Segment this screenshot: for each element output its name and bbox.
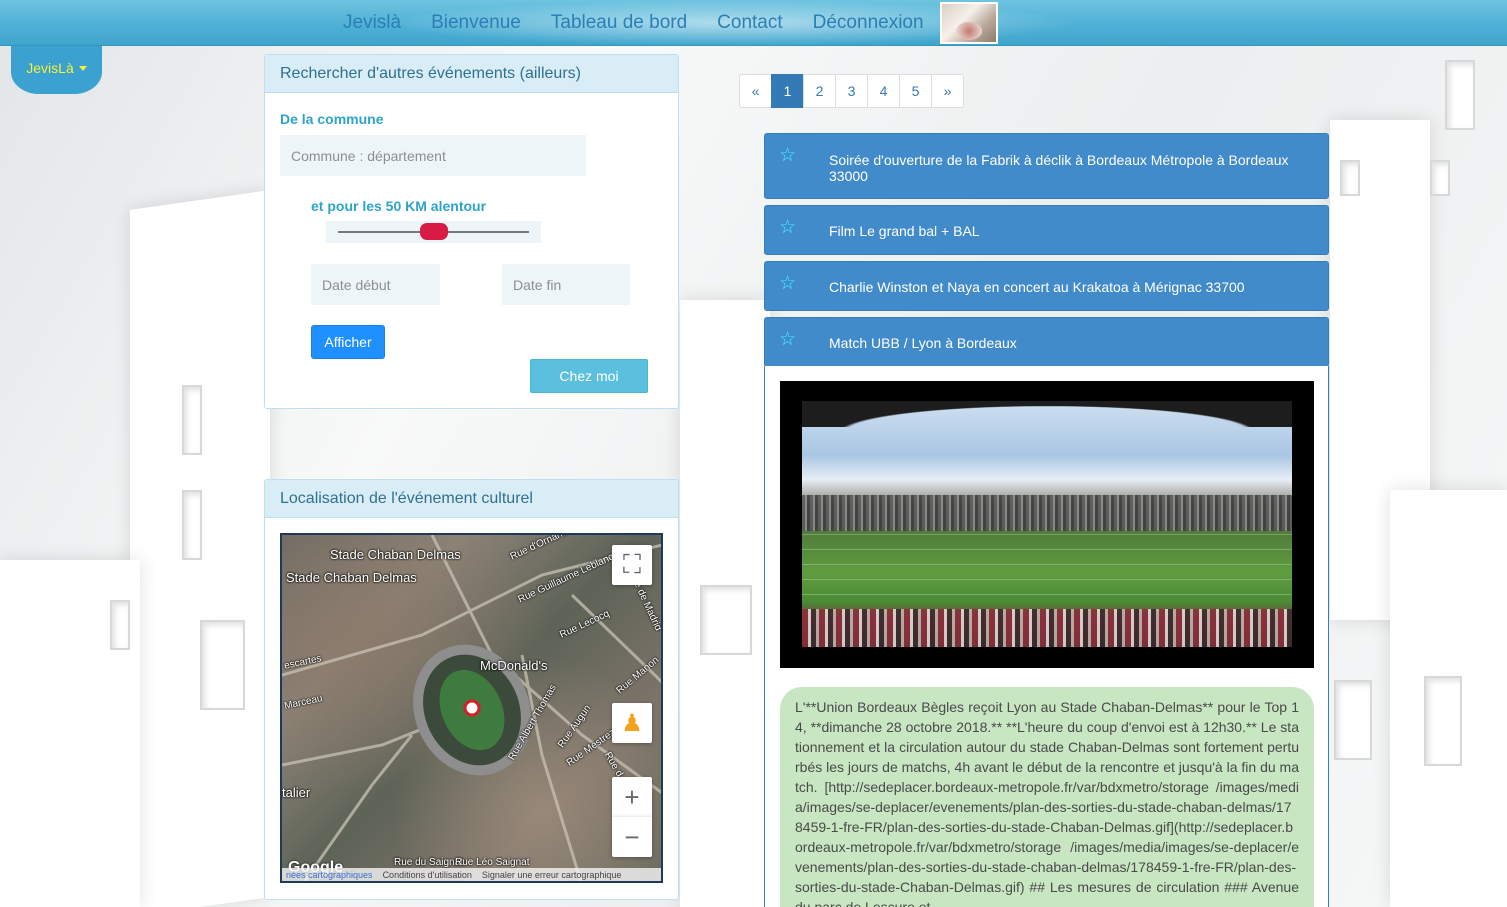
star-icon[interactable]: ☆ xyxy=(779,274,796,293)
user-menu-label: JevisLà xyxy=(26,60,74,76)
map-label-stade-1: Stade Chaban Delmas xyxy=(330,547,461,562)
street-view-pegman-icon[interactable]: ♟ xyxy=(612,703,652,743)
map-label-stade-2: Stade Chaban Delmas xyxy=(286,570,417,585)
search-panel-title: Rechercher d'autres événements (ailleurs… xyxy=(265,55,678,93)
main-nav: Jevislà Bienvenue Tableau de bord Contac… xyxy=(343,0,998,46)
nav-link-jevisla[interactable]: Jevislà xyxy=(343,12,401,34)
zoom-in-icon[interactable]: + xyxy=(612,777,652,817)
star-icon[interactable]: ☆ xyxy=(779,146,796,165)
slider-thumb[interactable] xyxy=(420,223,448,240)
fullscreen-icon[interactable]: ⛶ xyxy=(612,545,652,585)
satellite-map[interactable]: Stade Chaban Delmas Stade Chaban Delmas … xyxy=(280,533,663,883)
radius-slider[interactable] xyxy=(326,221,541,243)
caret-down-icon xyxy=(78,65,87,71)
pagination-page-5[interactable]: 5 xyxy=(899,74,932,108)
radius-label: et pour les 50 KM alentour xyxy=(311,198,487,214)
profile-avatar[interactable] xyxy=(939,2,998,44)
event-description: L'**Union Bordeaux Bègles reçoit Lyon au… xyxy=(780,687,1314,907)
event-title: Soirée d'ouverture de la Fabrik à déclik… xyxy=(829,152,1289,184)
event-detail-panel: L'**Union Bordeaux Bègles reçoit Lyon au… xyxy=(764,366,1329,907)
zoom-out-icon[interactable]: − xyxy=(612,817,652,857)
star-icon[interactable]: ☆ xyxy=(779,218,796,237)
map-report-link[interactable]: Signaler une erreur cartographique xyxy=(482,870,622,880)
map-panel: Localisation de l'événement culturel Sta… xyxy=(264,479,679,900)
event-title: Charlie Winston et Naya en concert au Kr… xyxy=(829,279,1245,295)
show-button[interactable]: Afficher xyxy=(311,325,385,359)
map-label-leo-saignat: Rue Léo Saignat xyxy=(455,857,530,868)
map-label-atelier: talier xyxy=(282,785,311,800)
nav-link-tableau-de-bord[interactable]: Tableau de bord xyxy=(551,12,687,34)
event-title: Film Le grand bal + BAL xyxy=(829,223,980,239)
search-panel: Rechercher d'autres événements (ailleurs… xyxy=(264,54,679,409)
map-footer: nées cartographiques Conditions d'utilis… xyxy=(282,868,661,881)
event-item-grand-bal[interactable]: ☆ Film Le grand bal + BAL xyxy=(764,205,1329,255)
pagination-page-2[interactable]: 2 xyxy=(803,74,836,108)
map-terms-link[interactable]: Conditions d'utilisation xyxy=(383,870,472,880)
pagination-prev[interactable]: « xyxy=(739,74,772,108)
user-menu-dropdown[interactable]: JevisLà xyxy=(11,46,102,94)
home-button[interactable]: Chez moi xyxy=(530,359,648,393)
map-panel-title: Localisation de l'événement culturel xyxy=(265,480,678,518)
event-title: Match UBB / Lyon à Bordeaux xyxy=(829,335,1017,351)
pagination-page-3[interactable]: 3 xyxy=(835,74,868,108)
pagination: « 1 2 3 4 5 » xyxy=(739,74,964,108)
pagination-next[interactable]: » xyxy=(931,74,964,108)
event-item-charlie-winston[interactable]: ☆ Charlie Winston et Naya en concert au … xyxy=(764,261,1329,311)
date-end-input[interactable]: Date fin xyxy=(502,264,630,305)
event-photo xyxy=(780,381,1314,668)
nav-link-bienvenue[interactable]: Bienvenue xyxy=(431,12,521,34)
commune-input[interactable]: Commune : département xyxy=(280,135,586,176)
map-label-rue-du-saignat: Rue du Saignat xyxy=(394,857,463,868)
map-label-mcdonalds: McDonald's xyxy=(480,658,548,673)
nav-link-contact[interactable]: Contact xyxy=(717,12,782,34)
map-data-link[interactable]: nées cartographiques xyxy=(286,870,373,880)
pagination-page-4[interactable]: 4 xyxy=(867,74,900,108)
top-navbar: Jevislà Bienvenue Tableau de bord Contac… xyxy=(0,0,1507,46)
map-streets xyxy=(282,535,661,881)
nav-link-deconnexion[interactable]: Déconnexion xyxy=(813,12,924,34)
pagination-page-1[interactable]: 1 xyxy=(771,74,804,108)
event-item-fabrik[interactable]: ☆ Soirée d'ouverture de la Fabrik à décl… xyxy=(764,133,1329,199)
event-item-match-ubb-lyon[interactable]: ☆ Match UBB / Lyon à Bordeaux xyxy=(764,317,1329,367)
stadium-image xyxy=(802,401,1292,647)
commune-label: De la commune xyxy=(280,111,384,127)
star-icon[interactable]: ☆ xyxy=(779,330,796,349)
date-start-input[interactable]: Date début xyxy=(311,264,440,305)
